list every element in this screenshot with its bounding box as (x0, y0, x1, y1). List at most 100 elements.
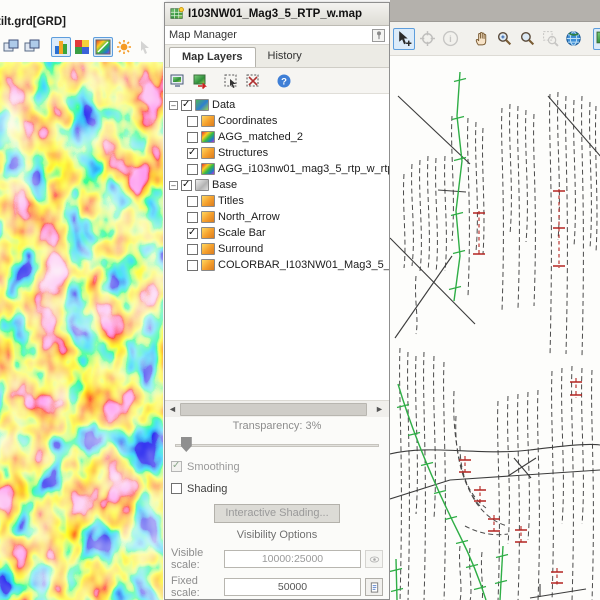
deselect-rect-icon[interactable] (243, 71, 263, 91)
color-shading-icon[interactable] (93, 37, 113, 57)
expand-collapse-icon[interactable]: – (169, 181, 178, 190)
scrollbar-thumb[interactable] (180, 403, 367, 416)
layer-type-icon (195, 99, 209, 111)
tile-windows-icon[interactable] (22, 37, 42, 57)
visible-scale-button[interactable] (365, 550, 383, 568)
layer-type-icon (201, 115, 215, 127)
visibility-options-label: Visibility Options (171, 529, 383, 543)
shading-label: Shading (187, 483, 227, 495)
structural-map-view[interactable] (390, 56, 600, 600)
color-palette-icon[interactable] (72, 37, 92, 57)
shading-checkbox-row: Shading (171, 480, 383, 497)
tree-row[interactable]: Surround (165, 241, 389, 257)
fixed-scale-input[interactable] (224, 578, 361, 596)
layer-visibility-checkbox[interactable] (187, 244, 198, 255)
center-target-icon[interactable] (416, 28, 438, 50)
smoothing-checkbox[interactable] (171, 461, 182, 472)
tab-history[interactable]: History (256, 47, 314, 67)
visible-scale-row: Visible scale: (171, 547, 383, 571)
tab-map-layers[interactable]: Map Layers (169, 47, 256, 67)
tree-row[interactable]: – Data (165, 97, 389, 113)
layer-type-icon (201, 131, 215, 143)
info-icon[interactable] (439, 28, 461, 50)
sun-shading-icon[interactable] (114, 37, 134, 57)
layer-label[interactable]: Structures (218, 147, 268, 159)
tilt-grid-image[interactable] (0, 62, 163, 600)
expand-collapse-icon[interactable]: – (169, 101, 178, 110)
smoothing-label: Smoothing (187, 461, 240, 473)
layer-label[interactable]: COLORBAR_I103NW01_Mag3_5_RTP... (218, 259, 389, 271)
layer-visibility-checkbox[interactable] (187, 116, 198, 127)
tree-row[interactable]: Titles (165, 193, 389, 209)
add-layer-icon[interactable] (190, 71, 210, 91)
map-layers-toolbar (165, 68, 389, 94)
layer-label[interactable]: Base (212, 179, 237, 191)
map-window-titlebar[interactable]: I103NW01_Mag3_5_RTP_w.map (165, 3, 389, 26)
layer-type-icon (201, 243, 215, 255)
layer-label[interactable]: Coordinates (218, 115, 277, 127)
visible-scale-label: Visible scale: (171, 547, 220, 571)
layer-visibility-checkbox[interactable] (187, 164, 198, 175)
zoom-icon[interactable] (516, 28, 538, 50)
interactive-shading-button[interactable]: Interactive Shading... (214, 504, 340, 523)
layer-type-icon (201, 163, 215, 175)
color-histogram-icon[interactable] (51, 37, 71, 57)
open-map-icon[interactable] (168, 71, 188, 91)
scroll-right-arrow-icon[interactable]: ► (372, 402, 387, 417)
layer-visibility-checkbox[interactable] (187, 196, 198, 207)
layer-label[interactable]: Scale Bar (218, 227, 266, 239)
map-manager-tabs: Map Layers History (165, 45, 389, 68)
layer-visibility-checkbox[interactable] (181, 100, 192, 111)
layer-type-icon (201, 195, 215, 207)
scroll-left-arrow-icon[interactable]: ◄ (165, 402, 180, 417)
transparency-label: Transparency: 3% (171, 420, 383, 435)
cascade-windows-icon[interactable] (1, 37, 21, 57)
tree-row[interactable]: Scale Bar (165, 225, 389, 241)
faults-layer (390, 96, 600, 598)
layer-visibility-checkbox[interactable] (181, 180, 192, 191)
tree-row[interactable]: North_Arrow (165, 209, 389, 225)
layer-label[interactable]: AGG_i103nw01_mag3_5_rtp_w_rtp_vc1 (218, 163, 389, 175)
tree-row[interactable]: – Base (165, 177, 389, 193)
layer-visibility-checkbox[interactable] (187, 148, 198, 159)
layer-label[interactable]: AGG_matched_2 (218, 131, 303, 143)
transparency-slider[interactable] (173, 436, 381, 453)
tree-row[interactable]: AGG_matched_2 (165, 129, 389, 145)
tree-row[interactable]: COLORBAR_I103NW01_Mag3_5_RTP... (165, 257, 389, 273)
map-manager-title: Map Manager (169, 29, 372, 41)
shading-checkbox[interactable] (171, 483, 182, 494)
layer-label[interactable]: North_Arrow (218, 211, 280, 223)
layer-label[interactable]: Surround (218, 243, 263, 255)
map-view-toolbar (390, 22, 600, 56)
tree-row[interactable]: Structures (165, 145, 389, 161)
cursor-shadow-icon[interactable] (135, 37, 155, 57)
grid-document-title: tilt.grd[GRD] (0, 16, 66, 28)
visible-scale-input[interactable] (224, 550, 361, 568)
app-chrome-strip (390, 0, 600, 22)
layer-controls: Transparency: 3% Smoothing Shading Inter… (165, 417, 389, 599)
layer-visibility-checkbox[interactable] (187, 228, 198, 239)
zoom-box-icon[interactable] (539, 28, 561, 50)
layer-visibility-checkbox[interactable] (187, 132, 198, 143)
layer-label[interactable]: Titles (218, 195, 244, 207)
tree-row[interactable]: AGG_i103nw01_mag3_5_rtp_w_rtp_vc1 (165, 161, 389, 177)
layer-type-icon (201, 227, 215, 239)
help-icon[interactable] (274, 71, 294, 91)
map-redraw-icon[interactable] (593, 28, 600, 50)
layer-label[interactable]: Data (212, 99, 235, 111)
layer-visibility-checkbox[interactable] (187, 260, 198, 271)
slider-thumb[interactable] (181, 437, 192, 452)
select-plus-icon[interactable] (393, 28, 415, 50)
structural-map-drawing (390, 56, 600, 600)
pan-hand-icon[interactable] (470, 28, 492, 50)
fixed-scale-button[interactable] (365, 578, 383, 596)
layer-visibility-checkbox[interactable] (187, 212, 198, 223)
formlines-layer (400, 92, 597, 600)
slider-track[interactable] (175, 444, 379, 447)
dynamic-zoom-icon[interactable] (493, 28, 515, 50)
full-extent-globe-icon[interactable] (562, 28, 584, 50)
tree-horizontal-scrollbar[interactable]: ◄ ► (165, 400, 389, 417)
tree-row[interactable]: Coordinates (165, 113, 389, 129)
autohide-pin-button[interactable] (372, 29, 385, 42)
select-rect-icon[interactable] (221, 71, 241, 91)
